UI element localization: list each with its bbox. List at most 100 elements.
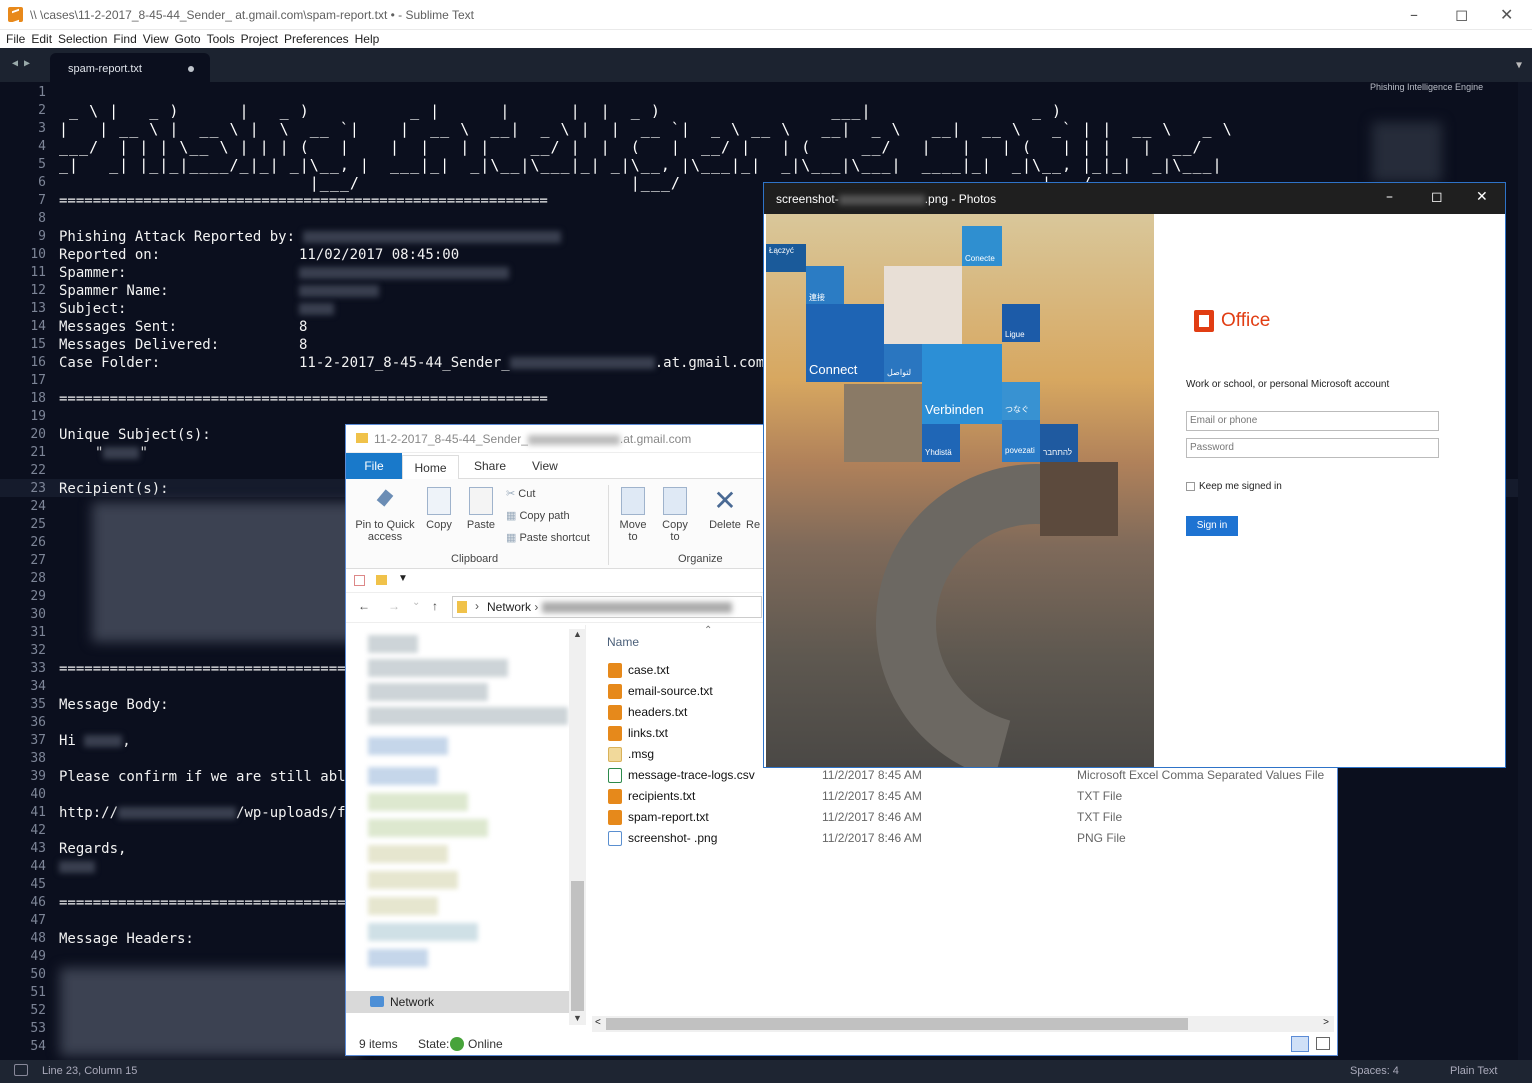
delete-button[interactable]: ✕ Delete <box>706 487 744 532</box>
console-icon[interactable] <box>14 1064 28 1076</box>
redacted-headers <box>60 968 360 1056</box>
line-number: 31 <box>30 625 46 640</box>
minimize-icon[interactable]: – <box>1410 5 1418 24</box>
email-field[interactable]: Email or phone <box>1186 411 1439 431</box>
rename-button[interactable]: Re <box>746 519 760 531</box>
menu-project[interactable]: Project <box>241 30 278 48</box>
file-type: Microsoft Excel Comma Separated Values F… <box>1077 768 1325 782</box>
tab-view[interactable]: View <box>532 459 558 473</box>
nav-network-item[interactable]: Network <box>346 991 569 1013</box>
state-label: State: <box>418 1037 450 1051</box>
copy-to-icon <box>663 487 687 515</box>
menu-view[interactable]: View <box>143 30 169 48</box>
copy-path-button[interactable]: ▦ Copy path <box>506 509 570 522</box>
sort-caret-icon: ⌃ <box>704 625 713 636</box>
breadcrumb-network[interactable]: Network <box>487 600 531 614</box>
tab-nav-arrows-icon[interactable]: ◀ ▶ <box>12 58 30 69</box>
up-arrow-icon[interactable]: ↑ <box>432 599 438 613</box>
recent-dropdown-icon[interactable]: ⌄ <box>412 597 420 608</box>
menu-preferences[interactable]: Preferences <box>284 30 349 48</box>
tab-share[interactable]: Share <box>474 459 506 473</box>
paste-button[interactable]: Paste <box>462 487 500 531</box>
file-row[interactable]: recipients.txt 11/2/2017 8:45 AM TXT File <box>604 787 1324 808</box>
explorer-title-prefix: 11-2-2017_8-45-44_Sender_ <box>374 432 528 446</box>
copy-path-icon: ▦ <box>506 510 520 522</box>
file-row[interactable]: message-trace-logs.csv 11/2/2017 8:45 AM M… <box>604 766 1324 787</box>
column-header-name[interactable]: Name <box>607 635 639 649</box>
cut-label: Cut <box>518 488 536 500</box>
forward-arrow-icon[interactable]: → <box>388 599 400 613</box>
navigation-pane[interactable]: Network ▲ ▼ <box>346 625 586 1025</box>
address-bar[interactable]: › Network › <box>452 596 762 618</box>
back-arrow-icon[interactable]: ← <box>358 599 370 613</box>
menu-edit[interactable]: Edit <box>31 30 52 48</box>
pin-quick-access-button[interactable]: Pin to Quick access <box>352 487 418 543</box>
menu-tools[interactable]: Tools <box>207 30 235 48</box>
photos-maximize-icon[interactable]: ◻ <box>1431 189 1443 205</box>
case-folder-suffix: .at.gmail.com <box>654 355 765 371</box>
menu-goto[interactable]: Goto <box>175 30 201 48</box>
line-number: 11 <box>30 265 46 280</box>
network-icon <box>370 996 384 1007</box>
case-folder-label: Case Folder: <box>59 355 161 371</box>
line-number: 32 <box>30 643 46 658</box>
copy-to-button[interactable]: Copy to <box>658 487 692 543</box>
unsaved-dot-icon[interactable] <box>188 66 194 72</box>
line-number: 25 <box>30 517 46 532</box>
nav-network-label: Network <box>390 995 435 1009</box>
paste-shortcut-button[interactable]: ▦ Paste shortcut <box>506 531 590 544</box>
regards-text: Regards, <box>59 841 127 857</box>
new-folder-icon[interactable] <box>376 575 387 585</box>
line-number: 2 <box>38 103 46 118</box>
horizontal-scrollbar[interactable]: < > <box>592 1016 1334 1032</box>
large-icons-view-icon[interactable] <box>1316 1037 1330 1050</box>
office-wordmark: Office <box>1221 310 1271 331</box>
file-date: 11/2/2017 8:46 AM <box>822 810 922 824</box>
confirm-text: Please confirm if we are still able <box>59 769 355 785</box>
customize-qa-icon[interactable]: ▼ <box>398 573 408 584</box>
menu-find[interactable]: Find <box>113 30 136 48</box>
indent-setting[interactable]: Spaces: 4 <box>1350 1065 1399 1077</box>
reported-on-label: Reported on: <box>59 247 161 263</box>
ms-login-form: Office Work or school, or personal Micro… <box>1154 214 1505 767</box>
editor-text[interactable]: ========================================… <box>59 84 764 947</box>
cut-button[interactable]: ✂ Cut <box>506 487 535 500</box>
photos-minimize-icon[interactable]: – <box>1386 189 1393 205</box>
line-number: 4 <box>38 139 46 154</box>
copy-button[interactable]: Copy <box>422 487 456 531</box>
close-icon[interactable]: ✕ <box>1500 5 1513 24</box>
move-to-button[interactable]: Move to <box>616 487 650 543</box>
file-row[interactable]: screenshot- .png 11/2/2017 8:46 AM PNG Fil… <box>604 829 1324 850</box>
tab-file[interactable]: File <box>346 453 402 479</box>
nav-scrollbar[interactable]: ▲ ▼ <box>569 629 586 1025</box>
file-row[interactable]: spam-report.txt 11/2/2017 8:46 AM TXT File <box>604 808 1324 829</box>
menu-selection[interactable]: Selection <box>58 30 107 48</box>
editor-scrollbar[interactable] <box>1518 82 1532 1060</box>
clipboard-group-label: Clipboard <box>451 553 499 565</box>
subject-label: Subject: <box>59 301 127 317</box>
move-to-label: Move to <box>619 519 647 543</box>
keep-signed-in-checkbox[interactable] <box>1186 482 1195 491</box>
tab-spam-report[interactable]: spam-report.txt <box>50 53 210 82</box>
file-name: .msg <box>628 747 655 761</box>
line-number: 17 <box>30 373 46 388</box>
details-view-icon[interactable] <box>1291 1036 1309 1052</box>
person-photo-3 <box>1040 462 1118 536</box>
password-field[interactable]: Password <box>1186 438 1439 458</box>
breadcrumb-chevron-icon: › <box>475 599 479 613</box>
line-number: 43 <box>30 841 46 856</box>
line-number: 40 <box>30 787 46 802</box>
properties-icon[interactable] <box>354 575 365 586</box>
tile-yhdista: Yhdistä <box>922 424 960 462</box>
syntax-mode[interactable]: Plain Text <box>1450 1065 1498 1077</box>
minimap-banner: Phishing Intelligence Engine <box>1370 82 1484 92</box>
tab-home[interactable]: Home <box>402 455 459 479</box>
photos-close-icon[interactable]: ✕ <box>1476 189 1488 205</box>
menu-help[interactable]: Help <box>355 30 380 48</box>
maximize-icon[interactable]: ◻ <box>1455 5 1468 24</box>
copy-label: Copy <box>426 519 452 531</box>
separator-line: ========================================… <box>59 193 548 209</box>
menu-file[interactable]: File <box>6 30 25 48</box>
sign-in-button[interactable]: Sign in <box>1186 516 1238 536</box>
tab-dropdown-icon[interactable]: ▼ <box>1516 60 1522 71</box>
